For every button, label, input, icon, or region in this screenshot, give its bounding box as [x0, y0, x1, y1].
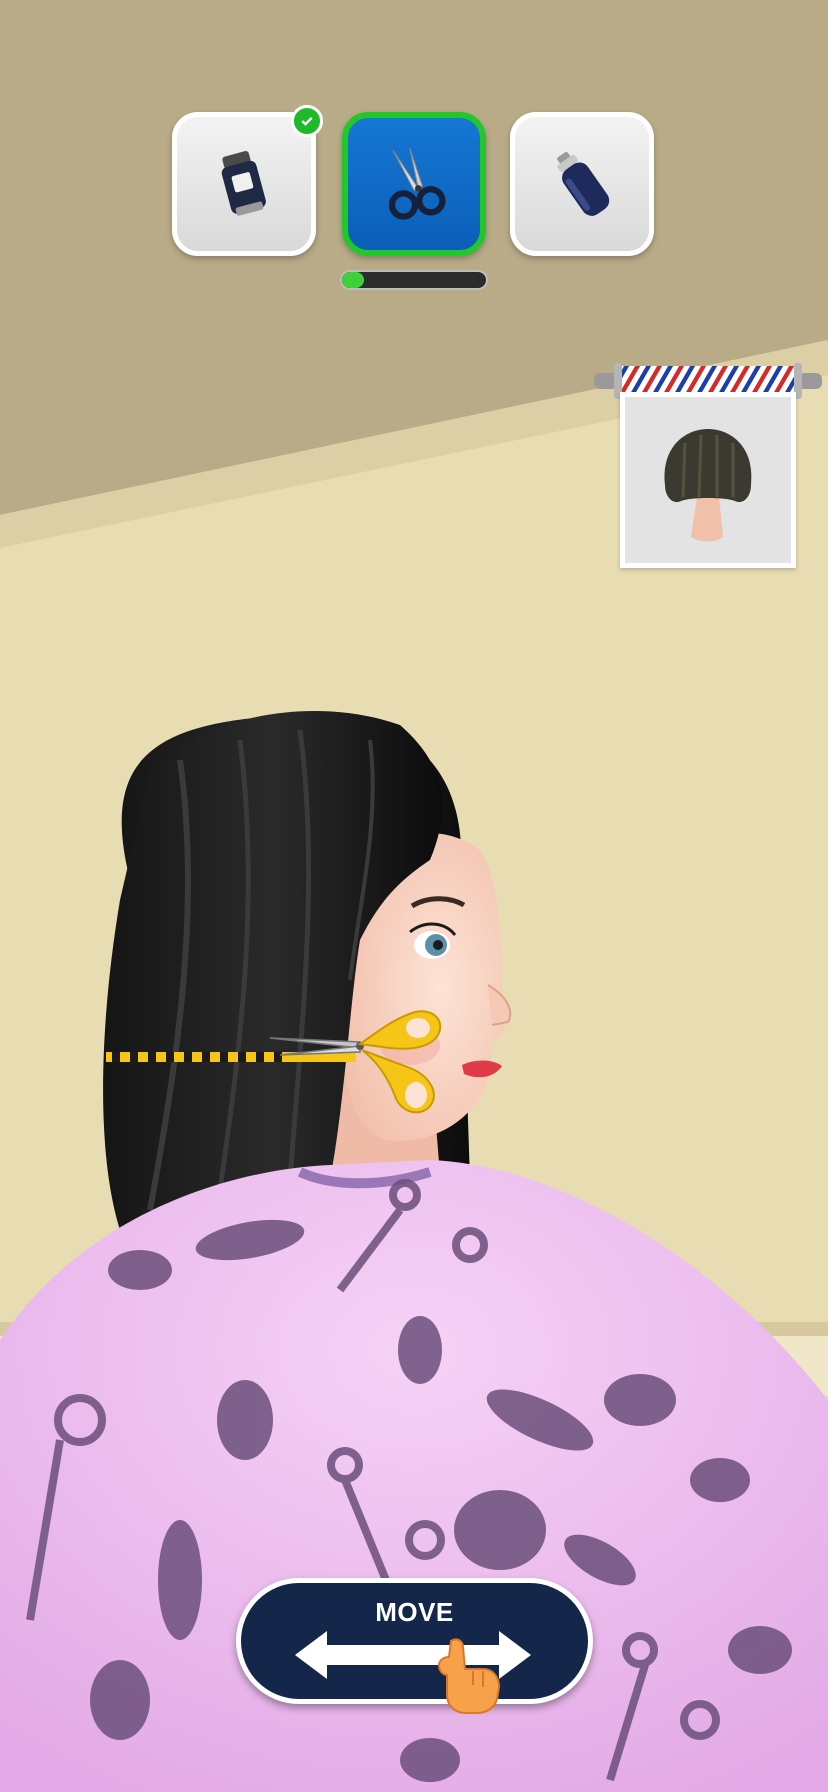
spray-can-icon [557, 151, 610, 216]
target-hairstyle-card [620, 392, 796, 568]
tool-slot-clipper[interactable] [172, 105, 323, 256]
pointing-hand-icon [437, 1638, 501, 1714]
move-label: MOVE [375, 1597, 454, 1627]
tool-slot-spray[interactable] [510, 112, 654, 256]
move-control-button[interactable]: MOVE [236, 1578, 593, 1714]
hair-clipper-icon [221, 151, 266, 216]
tool-progress-fill [342, 272, 364, 288]
scissors-cursor[interactable] [260, 1000, 460, 1120]
completed-check-icon [291, 105, 323, 137]
tool-slot-scissors[interactable] [342, 112, 486, 256]
bob-haircut-reference-icon [664, 429, 752, 542]
tool-progress-bar [340, 270, 488, 290]
scissors-icon [388, 148, 446, 220]
salon-scene [0, 0, 828, 1792]
